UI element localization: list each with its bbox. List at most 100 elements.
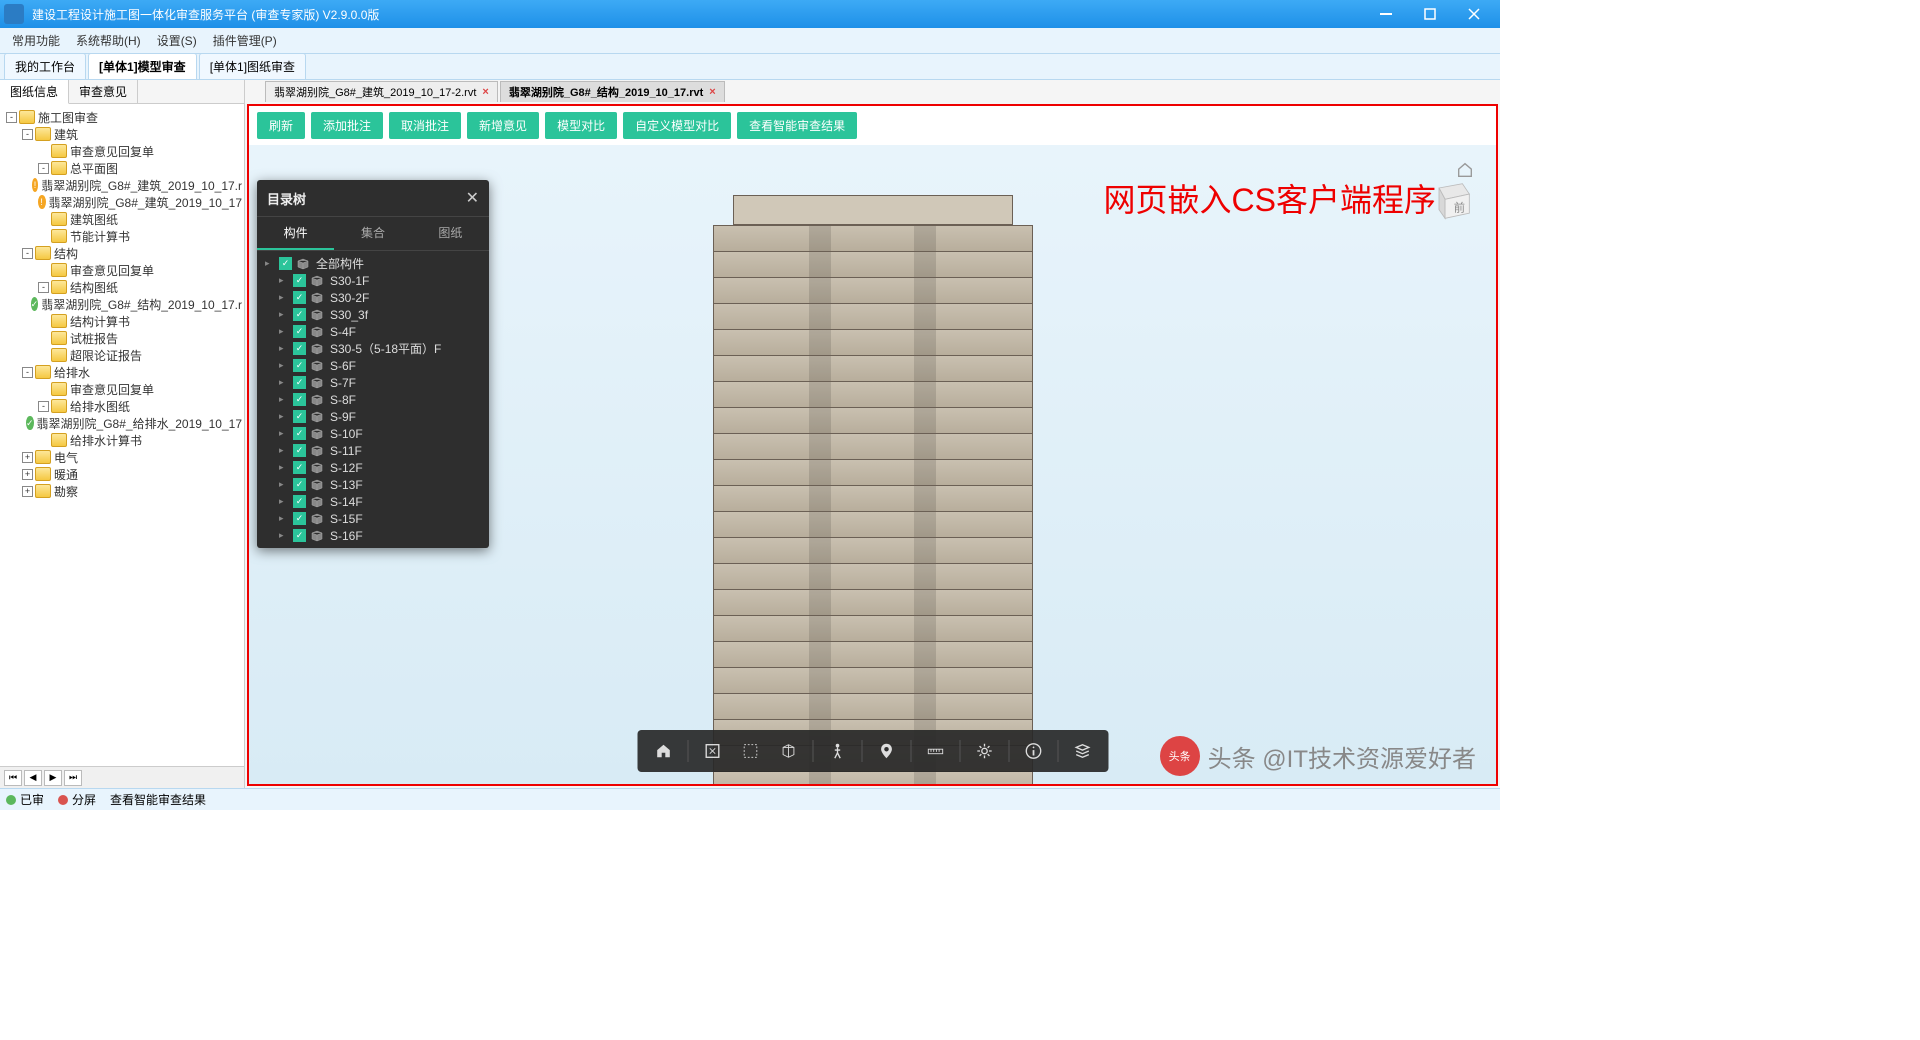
tree-node[interactable]: 结构计算书 — [2, 313, 242, 329]
checkbox[interactable]: ✓ — [293, 291, 306, 304]
catalog-item[interactable]: ▸✓S-7F — [257, 374, 489, 391]
catalog-tab[interactable]: 集合 — [334, 217, 411, 250]
tree-node[interactable]: -给排水图纸 — [2, 398, 242, 414]
nav-first-button[interactable]: ⏮ — [4, 770, 22, 786]
checkbox[interactable]: ✓ — [293, 410, 306, 423]
expand-icon[interactable]: ▸ — [279, 343, 289, 354]
checkbox[interactable]: ✓ — [293, 359, 306, 372]
tree-node[interactable]: 审查意见回复单 — [2, 381, 242, 397]
catalog-item[interactable]: ▸✓S-13F — [257, 476, 489, 493]
tree-node[interactable]: 给排水计算书 — [2, 432, 242, 448]
checkbox[interactable]: ✓ — [293, 308, 306, 321]
collapse-icon[interactable]: - — [6, 112, 17, 123]
menu-item[interactable]: 设置(S) — [149, 28, 205, 53]
walk-icon[interactable] — [819, 733, 855, 769]
catalog-item[interactable]: ▸✓S-14F — [257, 493, 489, 510]
tree-node[interactable]: +勘察 — [2, 483, 242, 499]
sidebar-tab[interactable]: 图纸信息 — [0, 80, 69, 104]
file-tab[interactable]: 翡翠湖别院_G8#_建筑_2019_10_17-2.rvt× — [265, 81, 498, 102]
checkbox[interactable]: ✓ — [293, 495, 306, 508]
info-icon[interactable] — [1015, 733, 1051, 769]
checkbox[interactable]: ✓ — [293, 274, 306, 287]
viewcube[interactable]: 前 — [1426, 175, 1478, 227]
tree-node[interactable]: 节能计算书 — [2, 228, 242, 244]
checkbox[interactable]: ✓ — [279, 257, 292, 270]
expand-icon[interactable]: + — [22, 452, 33, 463]
expand-icon[interactable]: ▸ — [279, 377, 289, 388]
expand-icon[interactable]: ▸ — [279, 496, 289, 507]
catalog-item[interactable]: ▸✓S-4F — [257, 323, 489, 340]
catalog-item[interactable]: ▸✓S-10F — [257, 425, 489, 442]
catalog-item[interactable]: ▸✓S30-1F — [257, 272, 489, 289]
nav-last-button[interactable]: ⏭ — [64, 770, 82, 786]
action-button[interactable]: 模型对比 — [545, 112, 617, 139]
box-select-icon[interactable] — [732, 733, 768, 769]
catalog-item[interactable]: ▸✓S-11F — [257, 442, 489, 459]
minimize-button[interactable] — [1364, 0, 1408, 28]
tree-node[interactable]: +电气 — [2, 449, 242, 465]
expand-icon[interactable]: ▸ — [279, 513, 289, 524]
action-button[interactable]: 自定义模型对比 — [623, 112, 731, 139]
checkbox[interactable]: ✓ — [293, 478, 306, 491]
tree-node[interactable]: 审查意见回复单 — [2, 143, 242, 159]
document-tab[interactable]: [单体1]图纸审查 — [199, 53, 306, 79]
3d-viewer[interactable]: 网页嵌入CS客户端程序 前 — [249, 145, 1496, 784]
collapse-icon[interactable]: - — [22, 129, 33, 140]
catalog-tab[interactable]: 构件 — [257, 217, 334, 250]
tree-node[interactable]: -结构 — [2, 245, 242, 261]
collapse-icon[interactable]: - — [22, 367, 33, 378]
sidebar-tab[interactable]: 审查意见 — [69, 80, 138, 103]
document-tab[interactable]: 我的工作台 — [4, 53, 86, 79]
expand-icon[interactable]: + — [22, 469, 33, 480]
tree-node[interactable]: 建筑图纸 — [2, 211, 242, 227]
tree-node[interactable]: ✓翡翠湖别院_G8#_给排水_2019_10_17 — [2, 415, 242, 431]
close-icon[interactable]: × — [709, 86, 715, 98]
tree-node[interactable]: 试桩报告 — [2, 330, 242, 346]
catalog-item[interactable]: ▸✓全部构件 — [257, 255, 489, 272]
status-split[interactable]: 分屏 — [58, 791, 96, 808]
catalog-item[interactable]: ▸✓S-16F — [257, 527, 489, 544]
expand-icon[interactable]: ▸ — [279, 326, 289, 337]
expand-icon[interactable]: ▸ — [279, 462, 289, 473]
expand-icon[interactable]: ▸ — [279, 275, 289, 286]
checkbox[interactable]: ✓ — [293, 461, 306, 474]
expand-icon[interactable]: ▸ — [279, 428, 289, 439]
collapse-icon[interactable]: - — [22, 248, 33, 259]
tree-node[interactable]: !翡翠湖别院_G8#_建筑_2019_10_17.r — [2, 177, 242, 193]
tree-node[interactable]: +暖通 — [2, 466, 242, 482]
checkbox[interactable]: ✓ — [293, 512, 306, 525]
tree-node[interactable]: -建筑 — [2, 126, 242, 142]
menu-item[interactable]: 系统帮助(H) — [68, 28, 149, 53]
nav-prev-button[interactable]: ◀ — [24, 770, 42, 786]
action-button[interactable]: 新增意见 — [467, 112, 539, 139]
catalog-item[interactable]: ▸✓S30-2F — [257, 289, 489, 306]
file-tree[interactable]: -施工图审查-建筑审查意见回复单-总平面图!翡翠湖别院_G8#_建筑_2019_… — [0, 104, 244, 766]
expand-icon[interactable]: ▸ — [279, 445, 289, 456]
fit-icon[interactable] — [694, 733, 730, 769]
marker-icon[interactable] — [868, 733, 904, 769]
action-button[interactable]: 查看智能审查结果 — [737, 112, 857, 139]
close-icon[interactable]: × — [482, 86, 488, 98]
tree-node[interactable]: -给排水 — [2, 364, 242, 380]
collapse-icon[interactable]: - — [38, 163, 49, 174]
tree-node[interactable]: 超限论证报告 — [2, 347, 242, 363]
close-button[interactable] — [1452, 0, 1496, 28]
expand-icon[interactable]: ▸ — [279, 411, 289, 422]
action-button[interactable]: 取消批注 — [389, 112, 461, 139]
catalog-item[interactable]: ▸✓S-12F — [257, 459, 489, 476]
status-smart-review[interactable]: 查看智能审查结果 — [110, 791, 206, 808]
maximize-button[interactable] — [1408, 0, 1452, 28]
catalog-item[interactable]: ▸✓S-15F — [257, 510, 489, 527]
expand-icon[interactable]: ▸ — [279, 360, 289, 371]
expand-icon[interactable]: ▸ — [279, 309, 289, 320]
menu-item[interactable]: 常用功能 — [4, 28, 68, 53]
section-icon[interactable] — [770, 733, 806, 769]
catalog-item[interactable]: ▸✓S-9F — [257, 408, 489, 425]
checkbox[interactable]: ✓ — [293, 529, 306, 542]
tree-node[interactable]: !翡翠湖别院_G8#_建筑_2019_10_17 — [2, 194, 242, 210]
file-tab[interactable]: 翡翠湖别院_G8#_结构_2019_10_17.rvt× — [500, 81, 725, 102]
catalog-tab[interactable]: 图纸 — [412, 217, 489, 250]
measure-icon[interactable] — [917, 733, 953, 769]
catalog-item[interactable]: ▸✓S-8F — [257, 391, 489, 408]
checkbox[interactable]: ✓ — [293, 376, 306, 389]
